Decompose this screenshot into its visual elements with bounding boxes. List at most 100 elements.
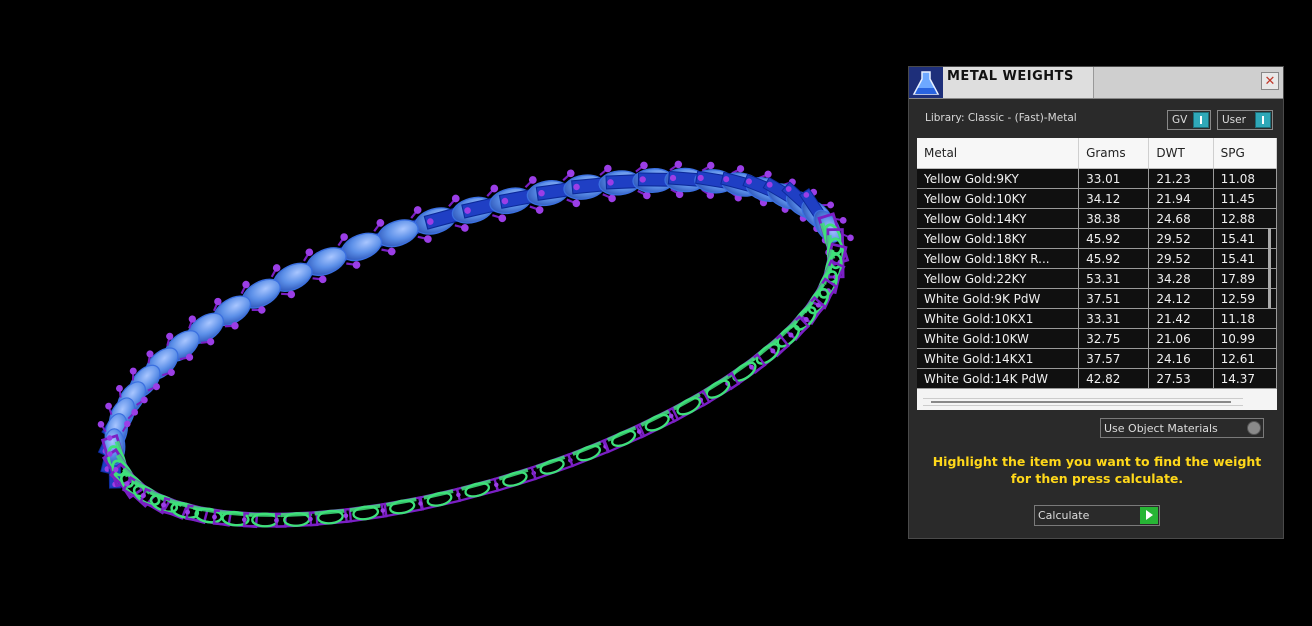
gv-toggle-label: GV [1172, 114, 1188, 126]
cell-dwt: 24.16 [1148, 348, 1214, 369]
table-row[interactable]: White Gold:9K PdW 37.51 24.12 12.59 [917, 288, 1277, 309]
cell-spg: 17.89 [1213, 268, 1277, 289]
cell-metal: Yellow Gold:18KY [917, 228, 1080, 249]
prong-bead [839, 217, 847, 224]
horizontal-scrollbar-thumb[interactable] [931, 401, 1231, 403]
cell-metal: White Gold:10KX1 [917, 308, 1080, 329]
use-object-materials-button[interactable]: Use Object Materials [1100, 418, 1264, 438]
table-row[interactable]: White Gold:10KW 32.75 21.06 10.99 [917, 328, 1277, 349]
title-tab: METAL WEIGHTS [909, 67, 1094, 98]
cell-dwt: 24.12 [1148, 288, 1214, 309]
metal-link [530, 453, 574, 481]
cell-spg: 15.41 [1213, 228, 1277, 249]
cell-metal: White Gold:10KW [917, 328, 1080, 349]
table-row[interactable]: Yellow Gold:22KY 53.31 34.28 17.89 [917, 268, 1277, 289]
cell-grams: 33.31 [1078, 308, 1150, 329]
metal-link [634, 406, 680, 439]
prong-bead [498, 214, 507, 223]
column-header-metal[interactable]: Metal [917, 138, 1080, 169]
cell-grams: 34.12 [1078, 188, 1150, 209]
cell-grams: 37.57 [1078, 348, 1150, 369]
prong-bead [212, 514, 217, 520]
column-header-dwt[interactable]: DWT [1148, 138, 1214, 169]
gv-toggle[interactable]: GV [1167, 110, 1211, 130]
prong-bead [572, 199, 581, 208]
cell-metal: Yellow Gold:22KY [917, 268, 1080, 289]
prong-bead [387, 247, 396, 256]
prong-bead [764, 170, 772, 178]
cell-grams: 45.92 [1078, 228, 1150, 249]
metal-link [493, 466, 537, 492]
column-header-grams[interactable]: Grams [1078, 138, 1150, 169]
prong-bead [343, 513, 349, 519]
bracelet-3d-viewport[interactable] [0, 0, 900, 626]
prong-bead [535, 206, 544, 214]
use-object-materials-label: Use Object Materials [1104, 422, 1218, 435]
prong-bead [461, 224, 469, 232]
table-row[interactable]: Yellow Gold:10KY 34.12 21.94 11.45 [917, 188, 1277, 209]
cell-dwt: 21.06 [1148, 328, 1214, 349]
table-row[interactable]: White Gold:10KX1 33.31 21.42 11.18 [917, 308, 1277, 329]
metal-edge [535, 455, 566, 469]
user-toggle-label: User [1222, 114, 1246, 126]
cell-metal: White Gold:9K PdW [917, 288, 1080, 309]
metal-link [798, 277, 839, 326]
cell-grams: 45.92 [1078, 248, 1150, 269]
cell-grams: 32.75 [1078, 328, 1150, 349]
prong-bead [456, 492, 461, 498]
cell-spg: 12.88 [1213, 208, 1277, 229]
prong-bead [847, 234, 854, 242]
prong-bead [241, 517, 247, 523]
table-row[interactable]: Yellow Gold:14KY 38.38 24.68 12.88 [917, 208, 1277, 229]
prong-bead [494, 482, 499, 488]
cell-spg: 14.37 [1213, 368, 1277, 389]
metal-table-container[interactable]: Metal Grams DWT SPG Yellow Gold:9KY 33.01… [917, 138, 1277, 410]
cell-spg: 15.41 [1213, 248, 1277, 269]
cell-dwt: 29.52 [1148, 228, 1214, 249]
table-row[interactable]: White Gold:14KX1 37.57 24.16 12.61 [917, 348, 1277, 369]
cell-dwt: 24.68 [1148, 208, 1214, 229]
cell-dwt: 21.23 [1148, 168, 1214, 189]
cell-spg: 11.45 [1213, 188, 1277, 209]
radio-knob-icon [1247, 421, 1261, 435]
column-header-spg[interactable]: SPG [1213, 138, 1277, 169]
table-row[interactable]: Yellow Gold:9KY 33.01 21.23 11.08 [917, 168, 1277, 189]
table-row[interactable]: White Gold:14K PdW 42.82 27.53 14.37 [917, 368, 1277, 389]
cell-spg: 11.08 [1213, 168, 1277, 189]
cell-metal: Yellow Gold:10KY [917, 188, 1080, 209]
metal-table: Metal Grams DWT SPG Yellow Gold:9KY 33.01… [917, 138, 1277, 389]
prong-bead [736, 165, 745, 173]
vertical-scrollbar[interactable] [1268, 228, 1271, 308]
metal-link [745, 333, 791, 374]
table-row[interactable]: Yellow Gold:18KY 45.92 29.52 15.41 [917, 228, 1277, 249]
cell-dwt: 21.94 [1148, 188, 1214, 209]
close-icon[interactable]: ✕ [1261, 72, 1279, 90]
metal-link [455, 477, 499, 503]
cell-spg: 10.99 [1213, 328, 1277, 349]
cell-grams: 37.51 [1078, 288, 1150, 309]
user-toggle[interactable]: User [1217, 110, 1273, 130]
flask-icon [909, 67, 943, 98]
cell-dwt: 34.28 [1148, 268, 1214, 289]
cell-grams: 33.01 [1078, 168, 1150, 189]
metal-edge [349, 503, 381, 513]
metal-weights-panel: METAL WEIGHTS ✕ Library: Classic - (Fast… [908, 66, 1284, 539]
cell-metal: Yellow Gold:18KY R... [917, 248, 1080, 269]
table-row[interactable]: Yellow Gold:18KY R... 45.92 29.52 15.41 [917, 248, 1277, 269]
bracelet-back-links [97, 160, 854, 489]
cell-grams: 42.82 [1078, 368, 1150, 389]
calculate-button[interactable]: Calculate [1034, 505, 1160, 526]
prong-bead [827, 201, 835, 209]
panel-titlebar[interactable]: METAL WEIGHTS ✕ [909, 67, 1283, 99]
metal-link [766, 315, 811, 358]
cell-grams: 53.31 [1078, 268, 1150, 289]
metal-edge [498, 468, 529, 481]
cell-metal: White Gold:14KX1 [917, 348, 1080, 369]
panel-title: METAL WEIGHTS [947, 69, 1074, 84]
toggle-knob-icon [1193, 112, 1209, 128]
table-header-row: Metal Grams DWT SPG [917, 138, 1277, 169]
toggle-knob-icon [1255, 112, 1271, 128]
bracelet-stones [100, 212, 850, 529]
metal-link [666, 389, 711, 423]
cell-metal: Yellow Gold:14KY [917, 208, 1080, 229]
